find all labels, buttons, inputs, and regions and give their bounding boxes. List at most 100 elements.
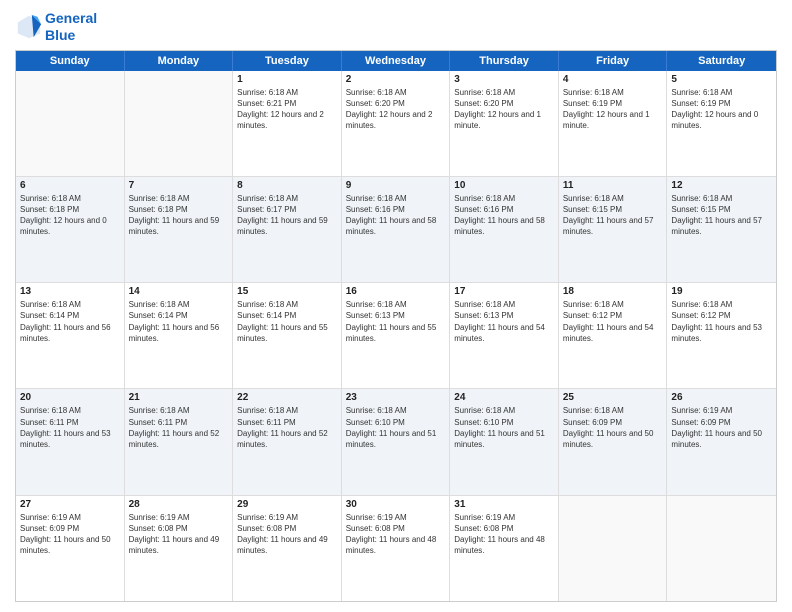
cell-info-line: Sunset: 6:15 PM <box>671 204 772 215</box>
cal-cell-4-3: 22Sunrise: 6:18 AMSunset: 6:11 PMDayligh… <box>233 389 342 494</box>
day-number: 17 <box>454 286 554 297</box>
cell-info-line: Daylight: 11 hours and 54 minutes. <box>563 322 663 344</box>
cell-info-line: Daylight: 11 hours and 49 minutes. <box>237 534 337 556</box>
cell-info-line: Daylight: 11 hours and 51 minutes. <box>454 428 554 450</box>
header-day-thursday: Thursday <box>450 51 559 71</box>
cell-info-line: Sunset: 6:10 PM <box>346 417 446 428</box>
cal-cell-2-6: 11Sunrise: 6:18 AMSunset: 6:15 PMDayligh… <box>559 177 668 282</box>
cell-info-line: Sunset: 6:20 PM <box>454 98 554 109</box>
cal-cell-1-3: 1 Sunrise: 6:18 AMSunset: 6:21 PMDaylight… <box>233 71 342 176</box>
cell-info-line: Sunrise: 6:18 AM <box>563 193 663 204</box>
cal-cell-5-6 <box>559 496 668 601</box>
cell-info-line: Daylight: 12 hours and 0 minutes. <box>671 109 772 131</box>
cell-info-line: Sunrise: 6:18 AM <box>346 193 446 204</box>
cell-info-line: Sunset: 6:21 PM <box>237 98 337 109</box>
cell-info-line: Sunrise: 6:18 AM <box>671 87 772 98</box>
day-number: 31 <box>454 499 554 510</box>
cell-info-line: Daylight: 12 hours and 1 minute. <box>454 109 554 131</box>
day-number: 21 <box>129 392 229 403</box>
cell-info-line: Sunrise: 6:19 AM <box>454 512 554 523</box>
day-number: 1 <box>237 74 337 85</box>
week-row-5: 27Sunrise: 6:19 AMSunset: 6:09 PMDayligh… <box>16 496 776 601</box>
cell-info-line: Daylight: 11 hours and 57 minutes. <box>671 215 772 237</box>
cal-cell-4-2: 21Sunrise: 6:18 AMSunset: 6:11 PMDayligh… <box>125 389 234 494</box>
cell-info-line: Sunset: 6:15 PM <box>563 204 663 215</box>
logo-icon <box>15 13 43 41</box>
cell-info-line: Daylight: 11 hours and 52 minutes. <box>237 428 337 450</box>
week-row-4: 20Sunrise: 6:18 AMSunset: 6:11 PMDayligh… <box>16 389 776 495</box>
cell-info-line: Daylight: 12 hours and 0 minutes. <box>20 215 120 237</box>
cell-info-line: Sunrise: 6:18 AM <box>237 405 337 416</box>
cal-cell-1-7: 5Sunrise: 6:18 AMSunset: 6:19 PMDaylight… <box>667 71 776 176</box>
header-day-friday: Friday <box>559 51 668 71</box>
cell-info-line: Sunrise: 6:18 AM <box>20 299 120 310</box>
cell-info-line: Sunrise: 6:18 AM <box>237 87 337 98</box>
cell-info-line: Sunrise: 6:18 AM <box>129 405 229 416</box>
cal-cell-3-1: 13Sunrise: 6:18 AMSunset: 6:14 PMDayligh… <box>16 283 125 388</box>
cal-cell-2-2: 7Sunrise: 6:18 AMSunset: 6:18 PMDaylight… <box>125 177 234 282</box>
week-row-2: 6Sunrise: 6:18 AMSunset: 6:18 PMDaylight… <box>16 177 776 283</box>
cell-info-line: Daylight: 11 hours and 55 minutes. <box>346 322 446 344</box>
cell-info-line: Sunset: 6:09 PM <box>563 417 663 428</box>
cell-info-line: Sunrise: 6:18 AM <box>454 299 554 310</box>
cell-info-line: Sunrise: 6:18 AM <box>129 299 229 310</box>
day-number: 3 <box>454 74 554 85</box>
day-number: 23 <box>346 392 446 403</box>
cell-info-line: Sunset: 6:08 PM <box>454 523 554 534</box>
cell-info-line: Sunset: 6:14 PM <box>20 310 120 321</box>
cell-info-line: Sunset: 6:13 PM <box>454 310 554 321</box>
cell-info-line: Sunrise: 6:18 AM <box>671 299 772 310</box>
cell-info-line: Sunrise: 6:18 AM <box>563 87 663 98</box>
day-number: 6 <box>20 180 120 191</box>
cell-info-line: Sunset: 6:14 PM <box>237 310 337 321</box>
cell-info-line: Sunrise: 6:18 AM <box>671 193 772 204</box>
day-number: 10 <box>454 180 554 191</box>
cell-info-line: Sunrise: 6:18 AM <box>346 299 446 310</box>
week-row-1: 1Sunrise: 6:18 AMSunset: 6:21 PMDaylight… <box>16 71 776 177</box>
cal-cell-3-4: 16Sunrise: 6:18 AMSunset: 6:13 PMDayligh… <box>342 283 451 388</box>
cell-info-line: Sunset: 6:11 PM <box>20 417 120 428</box>
cell-info-line: Sunrise: 6:18 AM <box>346 87 446 98</box>
cell-info-line: Sunset: 6:17 PM <box>237 204 337 215</box>
cell-info-line: Sunrise: 6:18 AM <box>237 193 337 204</box>
day-number: 28 <box>129 499 229 510</box>
cell-info-line: Sunset: 6:16 PM <box>454 204 554 215</box>
day-number: 14 <box>129 286 229 297</box>
cell-info-line: Sunrise: 6:18 AM <box>129 193 229 204</box>
header-day-saturday: Saturday <box>667 51 776 71</box>
day-number: 30 <box>346 499 446 510</box>
cal-cell-2-3: 8Sunrise: 6:18 AMSunset: 6:17 PMDaylight… <box>233 177 342 282</box>
header-day-tuesday: Tuesday <box>233 51 342 71</box>
header-day-monday: Monday <box>125 51 234 71</box>
header-day-wednesday: Wednesday <box>342 51 451 71</box>
cell-info-line: Sunset: 6:20 PM <box>346 98 446 109</box>
day-number: 16 <box>346 286 446 297</box>
cell-info-line: Daylight: 11 hours and 49 minutes. <box>129 534 229 556</box>
day-number: 2 <box>346 74 446 85</box>
calendar: SundayMondayTuesdayWednesdayThursdayFrid… <box>15 50 777 602</box>
cell-info-line: Sunrise: 6:18 AM <box>237 299 337 310</box>
cell-info-line: Daylight: 11 hours and 55 minutes. <box>237 322 337 344</box>
cell-info-line: Daylight: 11 hours and 50 minutes. <box>563 428 663 450</box>
logo: General Blue <box>15 10 97 44</box>
cell-info-line: Sunrise: 6:19 AM <box>671 405 772 416</box>
cell-info-line: Sunset: 6:19 PM <box>563 98 663 109</box>
cell-info-line: Daylight: 11 hours and 48 minutes. <box>346 534 446 556</box>
cal-cell-5-5: 31Sunrise: 6:19 AMSunset: 6:08 PMDayligh… <box>450 496 559 601</box>
cell-info-line: Daylight: 11 hours and 59 minutes. <box>237 215 337 237</box>
cell-info-line: Sunrise: 6:19 AM <box>237 512 337 523</box>
cell-info-line: Sunset: 6:08 PM <box>237 523 337 534</box>
cell-info-line: Sunrise: 6:19 AM <box>129 512 229 523</box>
cell-info-line: Daylight: 11 hours and 56 minutes. <box>129 322 229 344</box>
day-number: 12 <box>671 180 772 191</box>
cal-cell-5-7 <box>667 496 776 601</box>
cell-info-line: Sunset: 6:12 PM <box>671 310 772 321</box>
page: General Blue SundayMondayTuesdayWednesda… <box>0 0 792 612</box>
day-number: 26 <box>671 392 772 403</box>
cell-info-line: Daylight: 12 hours and 2 minutes. <box>237 109 337 131</box>
cell-info-line: Daylight: 11 hours and 58 minutes. <box>454 215 554 237</box>
day-number: 15 <box>237 286 337 297</box>
cal-cell-4-6: 25Sunrise: 6:18 AMSunset: 6:09 PMDayligh… <box>559 389 668 494</box>
cal-cell-5-4: 30Sunrise: 6:19 AMSunset: 6:08 PMDayligh… <box>342 496 451 601</box>
header-day-sunday: Sunday <box>16 51 125 71</box>
